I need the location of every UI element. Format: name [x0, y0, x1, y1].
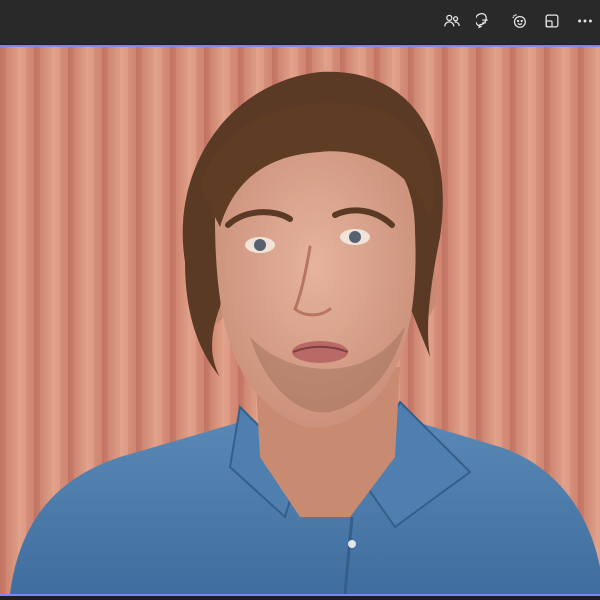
chat-icon [476, 13, 488, 29]
bottom-strip [0, 596, 600, 600]
right-iris [349, 231, 361, 243]
left-iris [254, 239, 266, 251]
people-icon [444, 14, 460, 27]
meeting-toolbar [0, 0, 600, 44]
more-options-button[interactable] [571, 8, 599, 34]
participant-video [0, 47, 600, 594]
chat-button[interactable] [471, 8, 499, 34]
people-button[interactable] [438, 8, 466, 34]
meeting-window [0, 0, 600, 600]
shirt-button [348, 540, 356, 548]
more-options-icon [578, 19, 592, 23]
view-button[interactable] [538, 8, 566, 34]
reactions-button[interactable] [505, 8, 533, 34]
reactions-icon [512, 14, 526, 28]
mouth [292, 341, 348, 363]
video-stage [0, 45, 600, 596]
view-layout-icon [545, 14, 559, 28]
